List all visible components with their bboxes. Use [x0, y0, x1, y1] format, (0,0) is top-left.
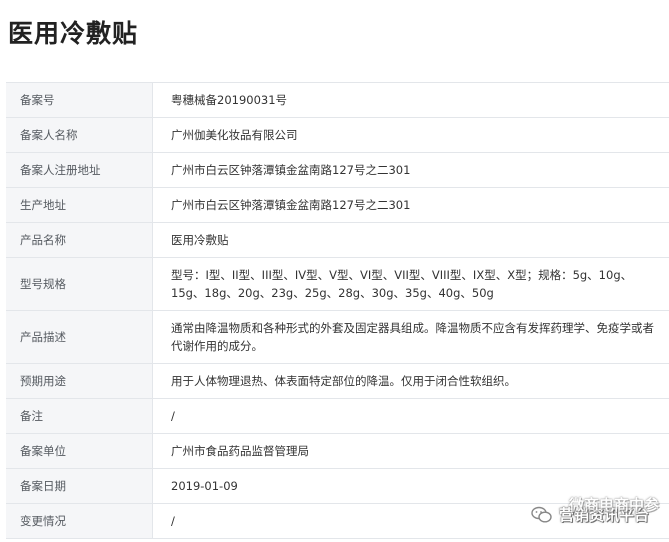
row-value: /: [171, 409, 175, 423]
row-label: 备案号: [6, 83, 153, 117]
table-row: 型号规格 型号：I型、II型、III型、IV型、V型、VI型、VII型、VIII…: [6, 258, 669, 311]
watermark-line-1: 微商电商中参: [568, 496, 659, 514]
table-row: 生产地址 广州市白云区钟落潭镇金盆南路127号之二301: [6, 188, 669, 223]
row-value: 广州市白云区钟落潭镇金盆南路127号之二301: [171, 198, 411, 212]
table-row: 备案单位 广州市食品药品监督管理局: [6, 434, 669, 469]
table-row: 备案人名称 广州伽美化妆品有限公司: [6, 118, 669, 153]
row-value: 医用冷敷贴: [171, 233, 229, 247]
table-row: 预期用途 用于人体物理退热、体表面特定部位的降温。仅用于闭合性软组织。: [6, 364, 669, 399]
row-label: 备注: [6, 399, 153, 433]
row-label: 产品描述: [6, 311, 153, 363]
row-label: 备案日期: [6, 469, 153, 503]
row-label: 预期用途: [6, 364, 153, 398]
row-value: 型号：I型、II型、III型、IV型、V型、VI型、VII型、VIII型、IX型…: [171, 268, 633, 300]
table-row: 备注 /: [6, 399, 669, 434]
row-value: 广州市白云区钟落潭镇金盆南路127号之二301: [171, 163, 411, 177]
row-label: 备案单位: [6, 434, 153, 468]
table-row: 产品名称 医用冷敷贴: [6, 223, 669, 258]
row-label: 产品名称: [6, 223, 153, 257]
row-value: 粤穗械备20190031号: [171, 93, 288, 107]
row-value: 用于人体物理退热、体表面特定部位的降温。仅用于闭合性软组织。: [171, 374, 516, 388]
table-row: 产品描述 通常由降温物质和各种形式的外套及固定器具组成。降温物质不应含有发挥药理…: [6, 311, 669, 364]
record-table: 备案号 粤穗械备20190031号 备案人名称 广州伽美化妆品有限公司 备案人注…: [6, 82, 669, 539]
row-value: 广州市食品药品监督管理局: [171, 444, 309, 458]
row-value: 通常由降温物质和各种形式的外套及固定器具组成。降温物质不应含有发挥药理学、免疫学…: [171, 321, 654, 353]
page-title: 医用冷敷贴: [8, 19, 139, 48]
table-row: 备案号 粤穗械备20190031号: [6, 83, 669, 118]
row-label: 变更情况: [6, 504, 153, 538]
table-row: 备案人注册地址 广州市白云区钟落潭镇金盆南路127号之二301: [6, 153, 669, 188]
wechat-icon: [531, 506, 553, 524]
row-label: 备案人名称: [6, 118, 153, 152]
row-value: 广州伽美化妆品有限公司: [171, 128, 298, 142]
watermark: 微商电商中参 营销资讯平台: [531, 497, 659, 524]
row-label: 生产地址: [6, 188, 153, 222]
row-label: 备案人注册地址: [6, 153, 153, 187]
row-label: 型号规格: [6, 258, 153, 310]
